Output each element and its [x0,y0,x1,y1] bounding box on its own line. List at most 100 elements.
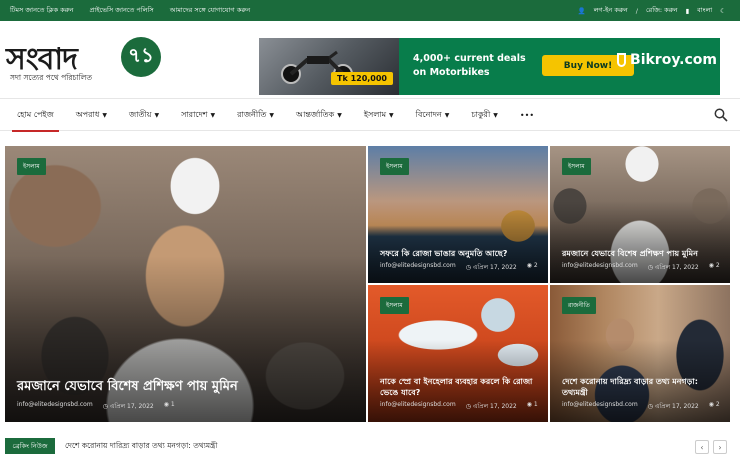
nav-item-label: হোম পেইজ [17,109,54,119]
divider: / [635,6,638,15]
post-author[interactable]: info@elitedesignsbd.com [380,401,456,412]
post-views: ◉ 2 [709,401,720,412]
clock-icon: ◷ [465,264,473,271]
nav-item-label: অপরাধ [75,109,100,119]
post-category[interactable]: ইসলাম [380,297,409,314]
ad-deals-line2: on Motorbikes [413,67,490,78]
site-header: সংবাদ ৭১ সদা সত্যের পথে পরিচালিত Tk 120,… [0,21,740,98]
chevron-down-icon: ▼ [102,111,107,119]
chevron-down-icon: ▼ [269,111,275,119]
post-views-count: 2 [715,401,720,408]
nav-list: হোম পেইজ অপরাধ ▼ জাতীয় ▼ সারাদেশ ▼ রাজনীতি ▼ আন্… [6,99,545,132]
chevron-down-icon: ▼ [444,111,450,119]
featured-post-2[interactable]: ইসলাম সফরে কি রোজা ভাঙার অনুমতি আছে? inf… [368,146,548,283]
post-views: ◉ 1 [164,401,175,412]
clock-icon: ◷ [647,403,655,410]
terms-link[interactable]: টিমস জানতে ক্লিক করুন [10,5,73,16]
chevron-down-icon: ▼ [210,111,216,119]
post-meta: info@elitedesignsbd.com ◷ এপ্রিল 17, 202… [17,401,175,412]
login-link[interactable]: লগ-ইন করুন [594,5,628,16]
clock-icon: ◷ [647,264,655,271]
ad-price: Tk 120,000 [331,72,393,85]
nav-item-label: রাজনীতি [237,109,267,119]
bikroy-bag-icon [617,53,627,67]
nav-item[interactable]: হোম পেইজ [6,99,65,132]
nav-item[interactable]: আন্তর্জাতিক ▼ [285,99,353,131]
prev-news-button[interactable]: ‹ [695,440,709,454]
post-meta: info@elitedesignsbd.com ◷ এপ্রিল 17, 202… [562,262,720,273]
post-meta: info@elitedesignsbd.com ◷ এপ্রিল 17, 202… [562,401,720,412]
site-logo[interactable]: সংবাদ ৭১ সদা সত্যের পথে পরিচালিত [6,35,166,89]
featured-post-main[interactable]: ইসলাম রমজানে যেভাবে বিশেষ প্রশিক্ষণ পায়… [5,146,366,422]
post-category[interactable]: ইসলাম [17,158,46,175]
nav-item-label: চাকুরী [471,109,491,119]
featured-post-3[interactable]: ইসলাম রমজানে যেভাবে বিশেষ প্রশিক্ষণ পায়… [550,146,730,283]
chevron-down-icon: ▼ [337,111,342,119]
featured-post-5[interactable]: রাজনীতি দেশে করোনায় দারিদ্র্য বাড়ার তথ… [550,285,730,422]
eye-icon: ◉ [526,262,534,269]
nav-item[interactable]: ইসলাম ▼ [353,99,405,131]
nav-item[interactable]: জাতীয় ▼ [118,99,170,131]
ad-brand: Bikroy.com [617,52,717,68]
post-date: ◷ এপ্রিল 17, 2022 [103,401,154,412]
nav-item-label: জাতীয় [128,109,152,119]
post-views: ◉ 1 [527,401,538,412]
post-title[interactable]: সফরে কি রোজা ভাঙার অনুমতি আছে? [380,248,538,259]
featured-post-4[interactable]: ইসলাম নাকে স্প্রে বা ইনহেলার ব্যবহার করল… [368,285,548,422]
breaking-news-bar: ব্রেকিং নিউজ দেশে করোনায় দারিদ্র্য বাড়… [5,435,730,457]
nav-item-label: আন্তর্জাতিক [296,109,335,119]
post-views-count: 1 [533,401,538,408]
post-title[interactable]: রমজানে যেভাবে বিশেষ প্রশিক্ষণ পায় মুমিন [562,248,720,259]
eye-icon: ◉ [708,262,716,269]
post-views-count: 2 [533,262,538,269]
nav-item[interactable]: রাজনীতি ▼ [226,99,285,131]
main-nav: হোম পেইজ অপরাধ ▼ জাতীয় ▼ সারাদেশ ▼ রাজনীতি ▼ আন্… [0,98,740,132]
register-link[interactable]: রেজি: করুন [646,5,678,16]
post-author[interactable]: info@elitedesignsbd.com [17,401,93,412]
post-title[interactable]: রমজানে যেভাবে বিশেষ প্রশিক্ষণ পায় মুমিন [17,377,356,398]
contact-link[interactable]: আমাদের সঙ্গে যোগাযোগ করুন [170,5,250,16]
nav-item[interactable]: সারাদেশ ▼ [170,99,226,131]
next-news-button[interactable]: › [713,440,727,454]
ad-photo: Tk 120,000 [259,38,399,95]
post-views: ◉ 2 [527,262,538,273]
nav-item-label: বিনোদন [415,109,442,119]
nav-item[interactable]: বিনোদন ▼ [405,99,461,131]
breaking-news-text[interactable]: দেশে করোনায় দারিদ্র্য বাড়ার তথ্য মনগড়… [65,441,217,453]
post-views: ◉ 2 [709,262,720,273]
logo-badge: ৭১ [121,37,161,77]
post-title[interactable]: নাকে স্প্রে বা ইনহেলার ব্যবহার করলে কি র… [380,376,538,398]
post-category[interactable]: ইসলাম [380,158,409,175]
clock-icon: ◷ [465,403,473,410]
post-meta: info@elitedesignsbd.com ◷ এপ্রিল 17, 202… [380,262,538,273]
eye-icon: ◉ [526,401,534,408]
post-author[interactable]: info@elitedesignsbd.com [562,262,638,273]
post-author[interactable]: info@elitedesignsbd.com [380,262,456,273]
ad-banner[interactable]: Tk 120,000 4,000+ current deals on Motor… [259,38,720,95]
nav-item[interactable]: ••• [509,99,545,131]
privacy-link[interactable]: প্রাইভেসি জানতে পলিসি [89,5,153,16]
nav-item-label: ••• [519,110,535,120]
nav-item[interactable]: অপরাধ ▼ [65,99,118,131]
chevron-down-icon: ▼ [389,111,394,119]
featured-grid: ইসলাম রমজানে যেভাবে বিশেষ প্রশিক্ষণ পায়… [5,146,730,422]
language-select[interactable]: বাংলা [697,5,712,16]
post-date: ◷ এপ্রিল 17, 2022 [648,401,699,412]
post-category[interactable]: রাজনীতি [562,297,596,314]
post-date-text: এপ্রিল 17, 2022 [654,264,699,271]
post-date-text: এপ্রিল 17, 2022 [472,264,517,271]
post-date-text: এপ্রিল 17, 2022 [109,403,154,410]
post-title[interactable]: দেশে করোনায় দারিদ্র্য বাড়ার তথ্য মনগড়… [562,376,720,398]
user-icon: 👤 [577,6,586,15]
clock-icon: ◷ [102,403,110,410]
post-views-count: 2 [715,262,720,269]
top-bar: টিমস জানতে ক্লিক করুন প্রাইভেসি জানতে পল… [0,0,740,21]
dark-mode-icon[interactable]: ☾ [720,7,726,15]
post-author[interactable]: info@elitedesignsbd.com [562,401,638,412]
breaking-news-label: ব্রেকিং নিউজ [5,438,55,454]
post-category[interactable]: ইসলাম [562,158,591,175]
nav-item[interactable]: চাকুরী ▼ [460,99,509,131]
search-icon[interactable] [714,108,728,122]
post-date-text: এপ্রিল 17, 2022 [472,403,517,410]
eye-icon: ◉ [163,401,171,408]
